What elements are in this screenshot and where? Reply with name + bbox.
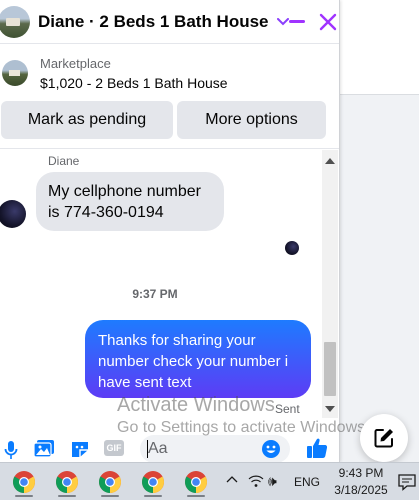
input-language[interactable]: ENG bbox=[294, 475, 320, 489]
like-icon[interactable] bbox=[306, 437, 328, 459]
scroll-up-arrow-icon[interactable] bbox=[325, 158, 335, 164]
scroll-thumb[interactable] bbox=[324, 342, 336, 396]
clock-date: 3/18/2025 bbox=[334, 483, 388, 497]
taskbar-chrome-app-2[interactable] bbox=[50, 467, 84, 497]
volume-icon[interactable]: 🕪 bbox=[268, 473, 277, 490]
microphone-icon[interactable] bbox=[4, 440, 18, 460]
message-status: Sent bbox=[275, 402, 300, 416]
text-caret bbox=[147, 440, 148, 458]
message-thread: Diane My cellphone number is 774-360-019… bbox=[0, 150, 322, 418]
sticker-icon[interactable] bbox=[70, 440, 90, 458]
taskbar-chrome-app-1[interactable] bbox=[7, 467, 41, 497]
message-timestamp: 9:37 PM bbox=[132, 287, 178, 301]
scroll-down-arrow-icon[interactable] bbox=[325, 406, 335, 412]
message-composer: GIF bbox=[0, 432, 339, 462]
more-options-button[interactable]: More options bbox=[177, 101, 326, 139]
chrome-icon bbox=[99, 471, 121, 493]
read-receipt-avatar bbox=[285, 241, 299, 255]
listing-thumbnail[interactable] bbox=[2, 60, 28, 86]
divider bbox=[0, 148, 339, 149]
taskbar-chrome-app-4[interactable] bbox=[136, 467, 170, 497]
close-icon[interactable] bbox=[319, 13, 337, 31]
windows-taskbar: 🕪 ENG 9:43 PM 3/18/2025 bbox=[0, 462, 419, 500]
listing-source-label: Marketplace bbox=[40, 55, 111, 71]
clock-time: 9:43 PM bbox=[338, 466, 384, 480]
mark-as-pending-button[interactable]: Mark as pending bbox=[1, 101, 173, 139]
conversation-title[interactable]: Diane · 2 Beds 1 Bath House bbox=[38, 12, 269, 32]
taskbar-chrome-app-5[interactable] bbox=[179, 467, 213, 497]
page-top-bar bbox=[340, 0, 419, 95]
minimize-icon[interactable] bbox=[288, 20, 305, 23]
show-hidden-icons-chevron-icon[interactable] bbox=[226, 475, 238, 483]
listing-action-row: Mark as pending More options bbox=[0, 101, 339, 139]
listing-title[interactable]: $1,020 - 2 Beds 1 Bath House bbox=[40, 75, 228, 91]
marketplace-listing[interactable]: Marketplace $1,020 - 2 Beds 1 Bath House bbox=[0, 50, 339, 96]
notification-icon[interactable] bbox=[398, 473, 416, 491]
chrome-icon bbox=[13, 471, 35, 493]
chrome-icon bbox=[56, 471, 78, 493]
chat-window: Diane · 2 Beds 1 Bath House Marketplace … bbox=[0, 0, 340, 462]
system-clock[interactable]: 9:43 PM 3/18/2025 bbox=[330, 465, 392, 499]
chevron-down-icon[interactable] bbox=[276, 16, 289, 28]
chrome-icon bbox=[185, 471, 207, 493]
compose-icon bbox=[374, 429, 393, 448]
chat-header[interactable]: Diane · 2 Beds 1 Bath House bbox=[0, 0, 339, 44]
gif-icon[interactable]: GIF bbox=[104, 440, 124, 456]
conversation-avatar[interactable] bbox=[0, 5, 30, 38]
new-message-button[interactable] bbox=[360, 414, 408, 462]
sender-avatar[interactable] bbox=[0, 200, 26, 228]
network-icon[interactable] bbox=[248, 474, 264, 488]
outgoing-message[interactable]: Thanks for sharing your number check you… bbox=[85, 320, 311, 398]
message-scrollbar[interactable] bbox=[322, 150, 338, 418]
facebook-page-background bbox=[340, 0, 419, 462]
taskbar-chrome-app-3[interactable] bbox=[93, 467, 127, 497]
emoji-icon[interactable] bbox=[262, 440, 280, 458]
photo-icon[interactable] bbox=[34, 440, 54, 458]
sender-name: Diane bbox=[48, 154, 80, 168]
chrome-icon bbox=[142, 471, 164, 493]
incoming-message[interactable]: My cellphone number is 774-360-0194 bbox=[36, 172, 224, 231]
